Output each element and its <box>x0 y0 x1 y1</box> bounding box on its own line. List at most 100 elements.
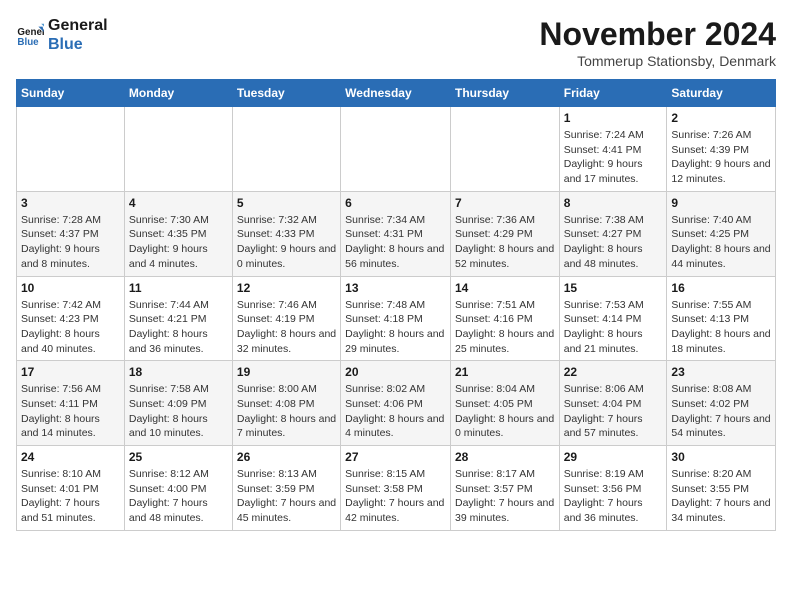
calendar-cell <box>124 107 232 192</box>
logo: General Blue General Blue <box>16 16 108 54</box>
logo-line2: Blue <box>48 35 108 54</box>
day-info: Sunrise: 8:02 AM Sunset: 4:06 PM Dayligh… <box>345 382 446 441</box>
day-number: 16 <box>671 281 771 295</box>
page-header: General Blue General Blue November 2024 … <box>16 16 776 69</box>
calendar-cell: 26 Sunrise: 8:13 AM Sunset: 3:59 PM Dayli… <box>232 446 340 531</box>
calendar-cell: 28 Sunrise: 8:17 AM Sunset: 3:57 PM Dayli… <box>450 446 559 531</box>
day-number: 3 <box>21 196 120 210</box>
day-info: Sunrise: 8:19 AM Sunset: 3:56 PM Dayligh… <box>564 467 663 526</box>
day-number: 24 <box>21 450 120 464</box>
day-info: Sunrise: 7:42 AM Sunset: 4:23 PM Dayligh… <box>21 298 120 357</box>
day-number: 28 <box>455 450 555 464</box>
calendar-cell: 14 Sunrise: 7:51 AM Sunset: 4:16 PM Dayli… <box>450 276 559 361</box>
weekday-header-sunday: Sunday <box>17 80 125 107</box>
day-info: Sunrise: 8:10 AM Sunset: 4:01 PM Dayligh… <box>21 467 120 526</box>
day-number: 18 <box>129 365 228 379</box>
calendar-cell: 11 Sunrise: 7:44 AM Sunset: 4:21 PM Dayli… <box>124 276 232 361</box>
calendar-cell: 4 Sunrise: 7:30 AM Sunset: 4:35 PM Daylig… <box>124 191 232 276</box>
day-info: Sunrise: 8:17 AM Sunset: 3:57 PM Dayligh… <box>455 467 555 526</box>
day-number: 15 <box>564 281 663 295</box>
location: Tommerup Stationsby, Denmark <box>539 53 776 69</box>
weekday-header-tuesday: Tuesday <box>232 80 340 107</box>
calendar-cell: 23Sunrise: 8:08 AM Sunset: 4:02 PM Dayli… <box>667 361 776 446</box>
day-number: 6 <box>345 196 446 210</box>
day-number: 26 <box>237 450 336 464</box>
day-info: Sunrise: 7:32 AM Sunset: 4:33 PM Dayligh… <box>237 213 336 272</box>
day-number: 19 <box>237 365 336 379</box>
day-number: 1 <box>564 111 663 125</box>
calendar-cell: 16 Sunrise: 7:55 AM Sunset: 4:13 PM Dayli… <box>667 276 776 361</box>
day-info: Sunrise: 7:36 AM Sunset: 4:29 PM Dayligh… <box>455 213 555 272</box>
day-info: Sunrise: 7:40 AM Sunset: 4:25 PM Dayligh… <box>671 213 771 272</box>
day-number: 29 <box>564 450 663 464</box>
day-info: Sunrise: 8:04 AM Sunset: 4:05 PM Dayligh… <box>455 382 555 441</box>
day-number: 4 <box>129 196 228 210</box>
weekday-header-friday: Friday <box>559 80 667 107</box>
day-info: Sunrise: 7:55 AM Sunset: 4:13 PM Dayligh… <box>671 298 771 357</box>
weekday-header-thursday: Thursday <box>450 80 559 107</box>
day-info: Sunrise: 8:20 AM Sunset: 3:55 PM Dayligh… <box>671 467 771 526</box>
day-info: Sunrise: 7:56 AM Sunset: 4:11 PM Dayligh… <box>21 382 120 441</box>
day-info: Sunrise: 8:00 AM Sunset: 4:08 PM Dayligh… <box>237 382 336 441</box>
day-info: Sunrise: 7:46 AM Sunset: 4:19 PM Dayligh… <box>237 298 336 357</box>
day-number: 14 <box>455 281 555 295</box>
day-info: Sunrise: 7:44 AM Sunset: 4:21 PM Dayligh… <box>129 298 228 357</box>
day-number: 5 <box>237 196 336 210</box>
calendar-cell <box>232 107 340 192</box>
calendar-table: SundayMondayTuesdayWednesdayThursdayFrid… <box>16 79 776 531</box>
calendar-cell: 3 Sunrise: 7:28 AM Sunset: 4:37 PM Daylig… <box>17 191 125 276</box>
logo-icon: General Blue <box>16 21 44 49</box>
day-number: 11 <box>129 281 228 295</box>
calendar-week-2: 10 Sunrise: 7:42 AM Sunset: 4:23 PM Dayli… <box>17 276 776 361</box>
day-info: Sunrise: 8:06 AM Sunset: 4:04 PM Dayligh… <box>564 382 663 441</box>
calendar-cell: 20 Sunrise: 8:02 AM Sunset: 4:06 PM Dayli… <box>341 361 451 446</box>
calendar-week-0: 1 Sunrise: 7:24 AM Sunset: 4:41 PM Daylig… <box>17 107 776 192</box>
day-info: Sunrise: 7:34 AM Sunset: 4:31 PM Dayligh… <box>345 213 446 272</box>
svg-text:Blue: Blue <box>17 37 39 48</box>
calendar-cell: 27 Sunrise: 8:15 AM Sunset: 3:58 PM Dayli… <box>341 446 451 531</box>
day-number: 20 <box>345 365 446 379</box>
day-number: 25 <box>129 450 228 464</box>
title-area: November 2024 Tommerup Stationsby, Denma… <box>539 16 776 69</box>
calendar-cell: 21Sunrise: 8:04 AM Sunset: 4:05 PM Dayli… <box>450 361 559 446</box>
day-info: Sunrise: 7:51 AM Sunset: 4:16 PM Dayligh… <box>455 298 555 357</box>
day-info: Sunrise: 8:15 AM Sunset: 3:58 PM Dayligh… <box>345 467 446 526</box>
weekday-header-saturday: Saturday <box>667 80 776 107</box>
day-info: Sunrise: 7:24 AM Sunset: 4:41 PM Dayligh… <box>564 128 663 187</box>
calendar-cell: 22Sunrise: 8:06 AM Sunset: 4:04 PM Dayli… <box>559 361 667 446</box>
calendar-week-3: 17 Sunrise: 7:56 AM Sunset: 4:11 PM Dayli… <box>17 361 776 446</box>
day-number: 8 <box>564 196 663 210</box>
calendar-week-4: 24 Sunrise: 8:10 AM Sunset: 4:01 PM Dayli… <box>17 446 776 531</box>
calendar-cell: 25 Sunrise: 8:12 AM Sunset: 4:00 PM Dayli… <box>124 446 232 531</box>
day-info: Sunrise: 7:26 AM Sunset: 4:39 PM Dayligh… <box>671 128 771 187</box>
day-number: 10 <box>21 281 120 295</box>
day-number: 27 <box>345 450 446 464</box>
calendar-cell: 13Sunrise: 7:48 AM Sunset: 4:18 PM Dayli… <box>341 276 451 361</box>
calendar-cell: 12Sunrise: 7:46 AM Sunset: 4:19 PM Dayli… <box>232 276 340 361</box>
logo-line1: General <box>48 16 108 35</box>
day-number: 9 <box>671 196 771 210</box>
day-number: 2 <box>671 111 771 125</box>
calendar-cell: 15Sunrise: 7:53 AM Sunset: 4:14 PM Dayli… <box>559 276 667 361</box>
calendar-cell: 10 Sunrise: 7:42 AM Sunset: 4:23 PM Dayli… <box>17 276 125 361</box>
calendar-cell: 24 Sunrise: 8:10 AM Sunset: 4:01 PM Dayli… <box>17 446 125 531</box>
calendar-cell: 2 Sunrise: 7:26 AM Sunset: 4:39 PM Daylig… <box>667 107 776 192</box>
month-title: November 2024 <box>539 16 776 53</box>
calendar-cell <box>341 107 451 192</box>
day-number: 7 <box>455 196 555 210</box>
calendar-cell: 7 Sunrise: 7:36 AM Sunset: 4:29 PM Daylig… <box>450 191 559 276</box>
day-info: Sunrise: 7:58 AM Sunset: 4:09 PM Dayligh… <box>129 382 228 441</box>
calendar-header: SundayMondayTuesdayWednesdayThursdayFrid… <box>17 80 776 107</box>
calendar-cell: 17 Sunrise: 7:56 AM Sunset: 4:11 PM Dayli… <box>17 361 125 446</box>
calendar-cell: 19 Sunrise: 8:00 AM Sunset: 4:08 PM Dayli… <box>232 361 340 446</box>
calendar-cell: 29 Sunrise: 8:19 AM Sunset: 3:56 PM Dayli… <box>559 446 667 531</box>
day-info: Sunrise: 7:28 AM Sunset: 4:37 PM Dayligh… <box>21 213 120 272</box>
day-info: Sunrise: 8:13 AM Sunset: 3:59 PM Dayligh… <box>237 467 336 526</box>
day-info: Sunrise: 7:30 AM Sunset: 4:35 PM Dayligh… <box>129 213 228 272</box>
weekday-header-wednesday: Wednesday <box>341 80 451 107</box>
calendar-cell <box>17 107 125 192</box>
day-info: Sunrise: 8:12 AM Sunset: 4:00 PM Dayligh… <box>129 467 228 526</box>
day-number: 17 <box>21 365 120 379</box>
day-info: Sunrise: 7:38 AM Sunset: 4:27 PM Dayligh… <box>564 213 663 272</box>
day-info: Sunrise: 8:08 AM Sunset: 4:02 PM Dayligh… <box>671 382 771 441</box>
